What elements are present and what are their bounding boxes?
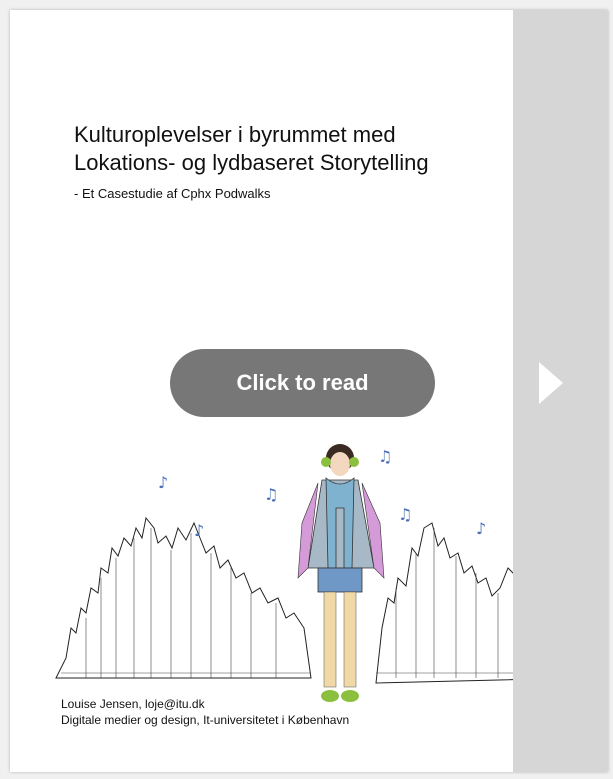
svg-text:♪: ♪ [158, 473, 168, 492]
play-arrow-icon[interactable] [535, 360, 565, 406]
girl-figure [297, 444, 385, 702]
svg-text:♫: ♫ [378, 447, 392, 466]
title-line-2: Lokations- og lydbaseret Storytelling [74, 150, 429, 175]
svg-text:♫: ♫ [264, 485, 278, 504]
svg-text:♫: ♫ [398, 505, 412, 524]
affiliation-line: Digitale medier og design, It-universite… [61, 713, 350, 727]
cover-illustration: ♪ ♫ ♪ ♫ ♫ ♪ ♫ [55, 444, 579, 702]
document-title: Kulturoplevelser i byrummet med Lokation… [74, 121, 509, 177]
svg-text:♪: ♪ [194, 521, 204, 540]
document-subtitle: - Et Casestudie af Cphx Podwalks [74, 186, 271, 201]
title-line-1: Kulturoplevelser i byrummet med [74, 122, 396, 147]
click-to-read-button[interactable]: Click to read [170, 349, 435, 417]
author-line: Louise Jensen, loje@itu.dk [61, 697, 205, 711]
svg-text:♪: ♪ [476, 519, 486, 538]
